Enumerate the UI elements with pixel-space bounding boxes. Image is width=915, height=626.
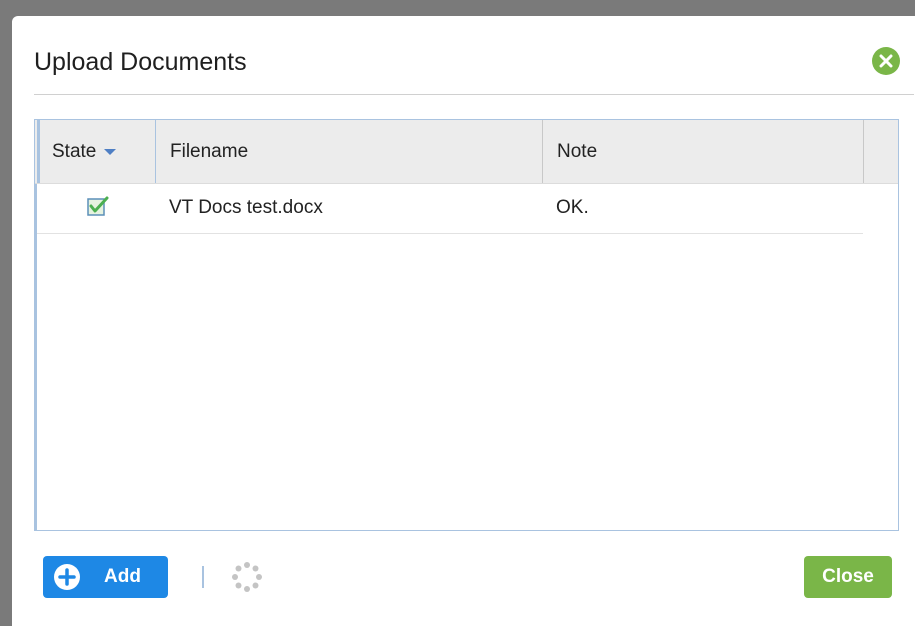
sort-desc-icon [104,148,117,155]
documents-grid: State Filename Note VT Docs test.docx OK… [34,119,899,531]
note-cell: OK. [556,197,589,218]
filename-cell: VT Docs test.docx [169,197,323,218]
column-header-label: Filename [170,141,249,162]
plus-circle-icon [54,564,80,590]
upload-documents-dialog: Upload Documents State Filename Note VT … [12,16,915,626]
column-header-state[interactable]: State [37,120,155,183]
column-header-note[interactable]: Note [542,120,863,183]
checkbox-checked-icon [87,196,109,216]
grid-header: State Filename Note [35,120,898,184]
title-divider [34,94,914,95]
column-header-filler [863,120,898,183]
loading-spinner-icon [232,562,262,592]
add-button[interactable]: Add [43,556,168,598]
column-header-label: State [52,141,97,162]
add-button-label: Add [104,566,141,587]
column-header-filename[interactable]: Filename [155,120,542,183]
table-row[interactable]: VT Docs test.docx OK. [37,184,863,234]
column-header-label: Note [557,141,598,162]
close-button[interactable]: Close [804,556,892,598]
dialog-title: Upload Documents [34,48,247,76]
state-cell [81,184,121,232]
footer-separator [202,566,204,588]
close-icon[interactable] [872,47,900,75]
